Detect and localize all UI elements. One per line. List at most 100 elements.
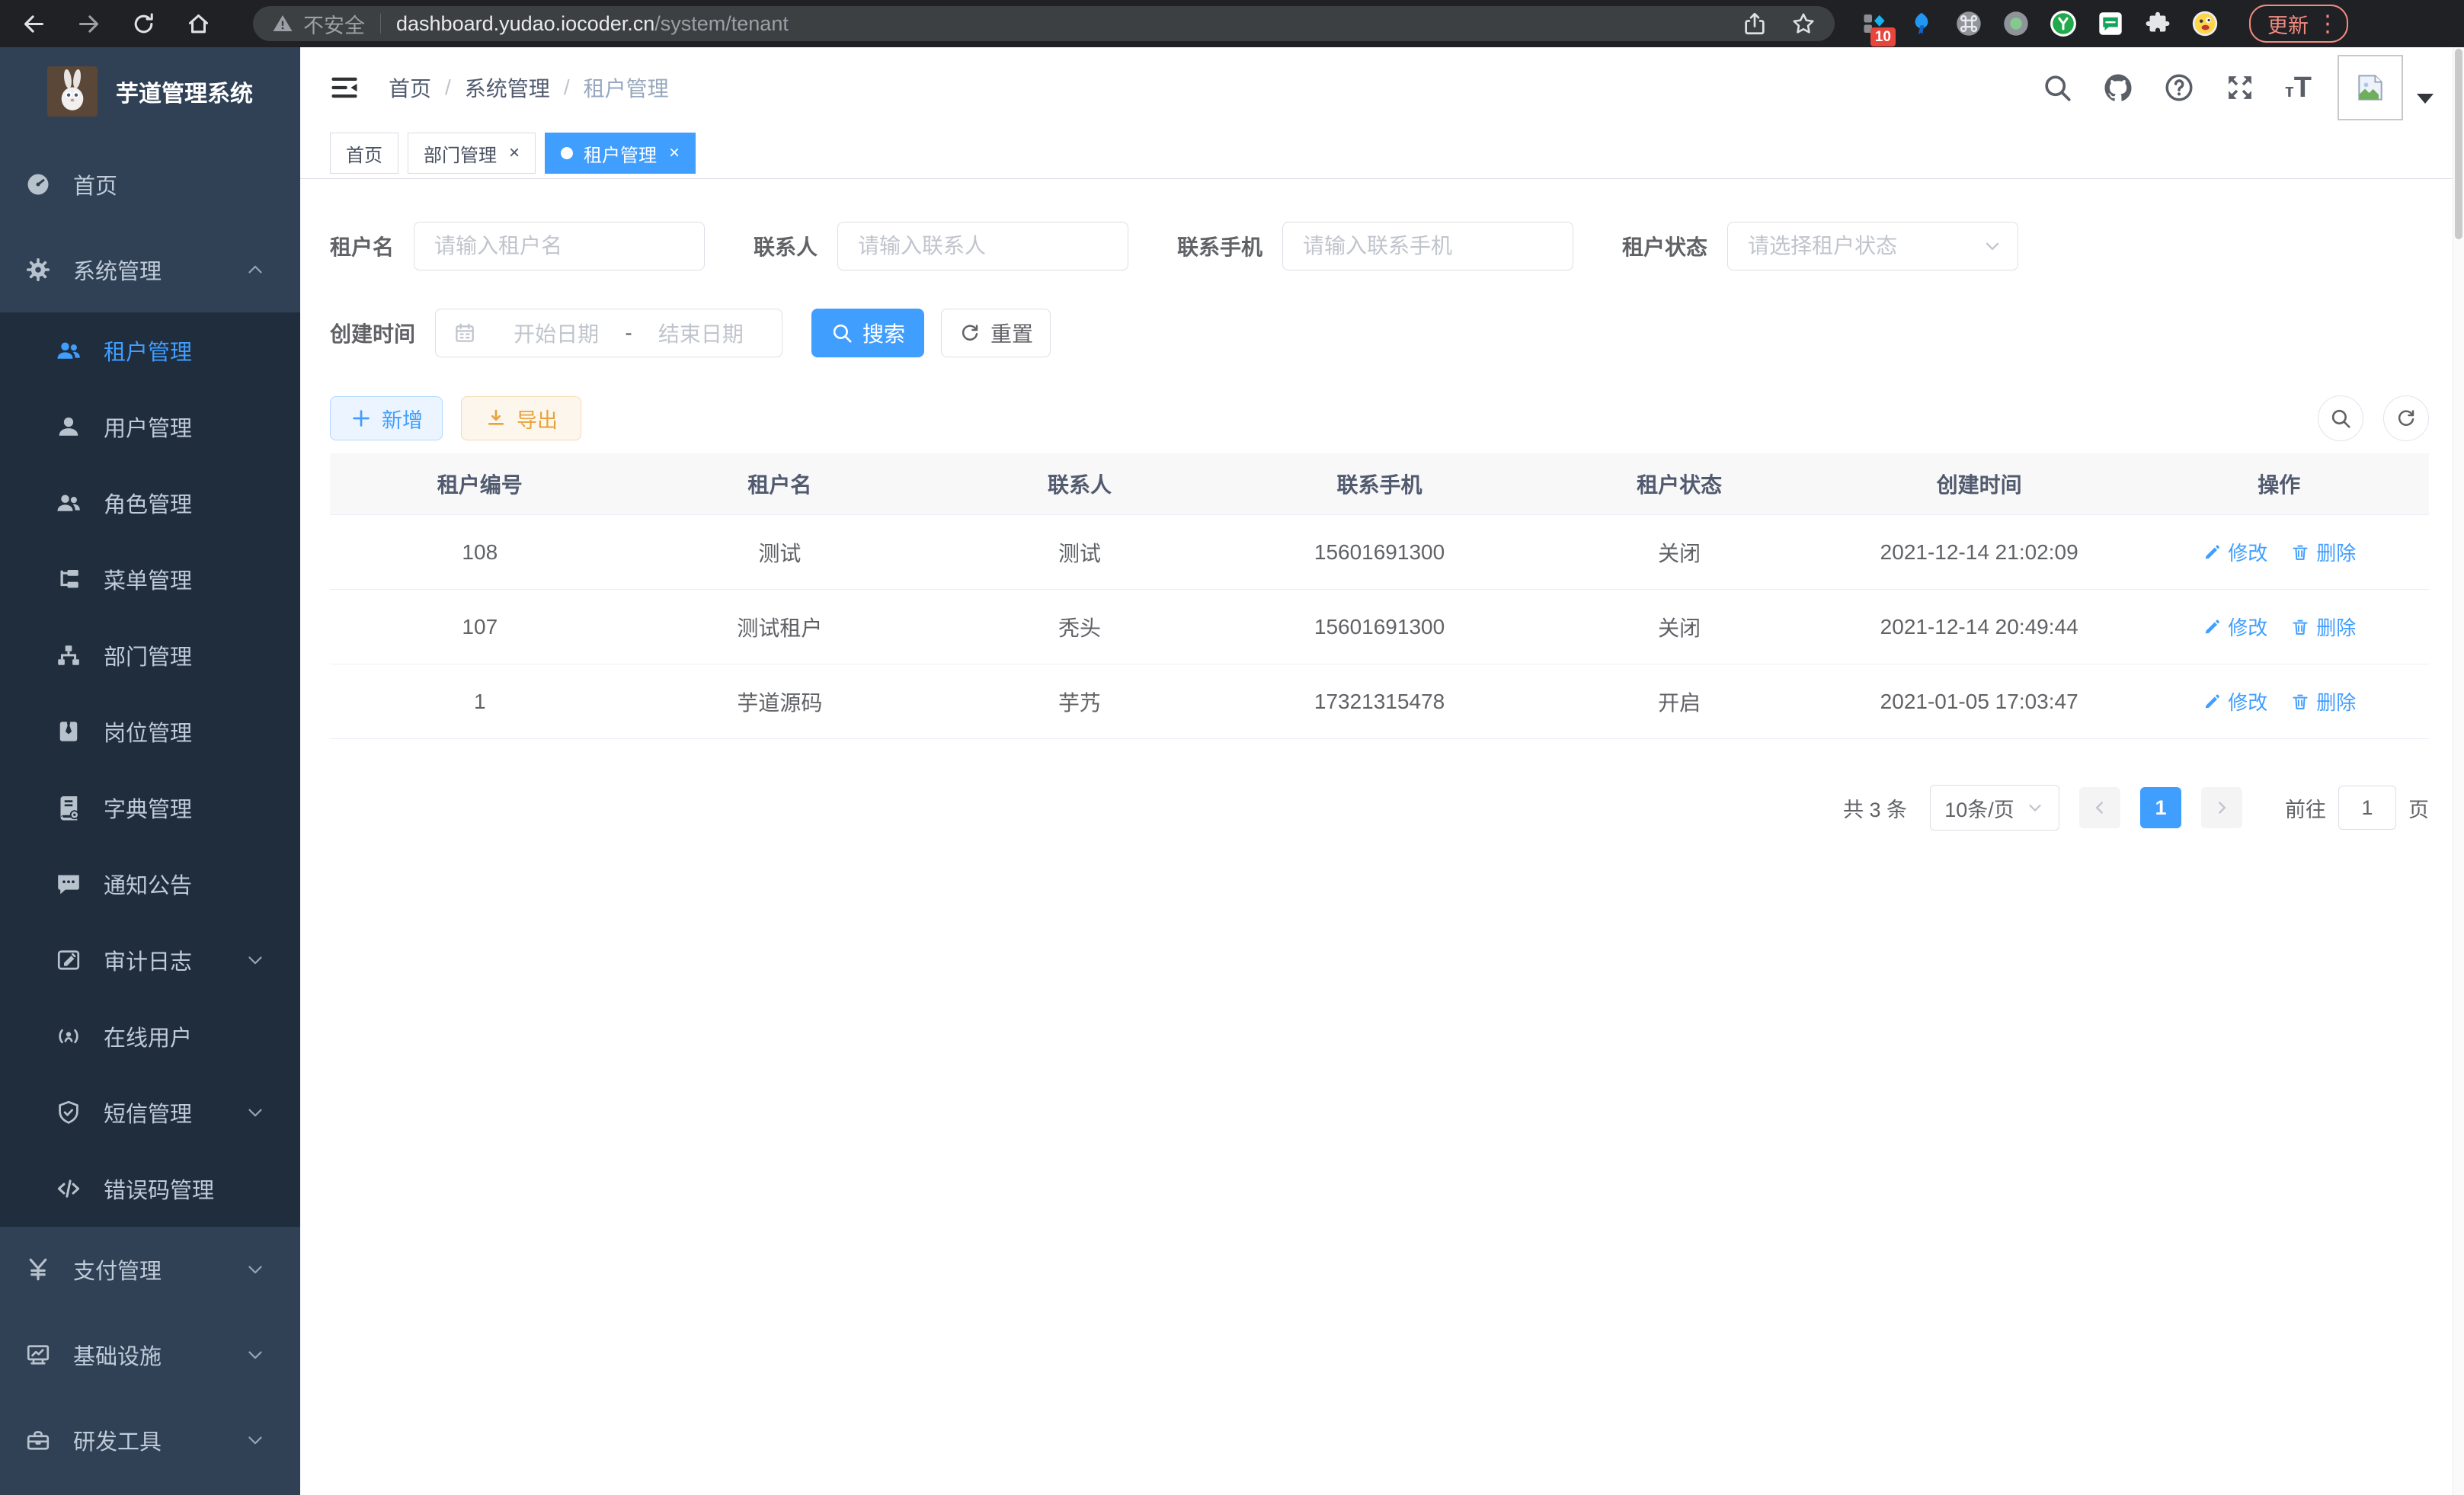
start-date-placeholder[interactable]: 开始日期 — [492, 318, 620, 348]
chevron-down-icon — [2025, 798, 2045, 818]
prev-page-button[interactable] — [2079, 787, 2120, 828]
app-title: 芋道管理系统 — [116, 75, 253, 108]
edit-link[interactable]: 修改 — [2202, 687, 2267, 715]
sidebar-item-online-user[interactable]: 在线用户 — [0, 998, 300, 1074]
users-icon — [55, 337, 82, 364]
export-button[interactable]: 导出 — [461, 396, 581, 440]
tab-tenant[interactable]: 租户管理× — [545, 133, 696, 174]
home-icon[interactable] — [178, 4, 218, 43]
record-icon[interactable] — [2002, 10, 2030, 37]
breadcrumb-home[interactable]: 首页 — [389, 72, 431, 103]
chrome-update-button[interactable]: 更新 ⋮ — [2249, 5, 2348, 43]
tenant-name-input[interactable] — [414, 222, 705, 271]
extensions-area: 10 — [1861, 10, 2238, 37]
sidebar-item-error-code[interactable]: 错误码管理 — [0, 1151, 300, 1227]
page-1-button[interactable]: 1 — [2140, 787, 2181, 828]
user-menu-caret-icon[interactable] — [2417, 94, 2434, 104]
sidebar-item-sms[interactable]: 短信管理 — [0, 1074, 300, 1151]
sidebar-item-home[interactable]: 首页 — [0, 142, 300, 227]
status-select[interactable] — [1727, 222, 2018, 271]
forward-icon[interactable] — [69, 4, 108, 43]
fullscreen-icon[interactable] — [2224, 72, 2256, 104]
app-header: 首页 / 系统管理 / 租户管理 тT — [300, 47, 2464, 128]
kite-icon[interactable] — [1908, 10, 1935, 37]
sidebar-item-label: 研发工具 — [73, 1424, 162, 1456]
reload-icon[interactable] — [123, 4, 163, 43]
cell-id: 1 — [330, 690, 630, 714]
emoji-icon[interactable] — [2191, 10, 2219, 37]
back-icon[interactable] — [14, 4, 53, 43]
sidebar-item-dev-tools[interactable]: 研发工具 — [0, 1397, 300, 1483]
sidebar-item-tenant[interactable]: 租户管理 — [0, 312, 300, 389]
cell-name: 芋道源码 — [630, 687, 930, 717]
puzzle-icon[interactable] — [2144, 10, 2171, 37]
action-label: 修改 — [2228, 687, 2267, 715]
search-icon[interactable] — [2041, 72, 2073, 104]
calendar-icon — [453, 321, 477, 345]
end-date-placeholder[interactable]: 结束日期 — [637, 318, 765, 348]
next-page-button[interactable] — [2201, 787, 2242, 828]
tab-dept[interactable]: 部门管理× — [408, 133, 536, 174]
add-button[interactable]: 新增 — [330, 396, 443, 440]
sidebar-item-system[interactable]: 系统管理 — [0, 227, 300, 312]
chevron-right-icon — [2212, 798, 2232, 818]
mobile-input[interactable] — [1282, 222, 1573, 271]
sidebar-item-post[interactable]: 岗位管理 — [0, 693, 300, 770]
bookmark-star-icon[interactable] — [1790, 11, 1816, 37]
sidebar-item-infra[interactable]: 基础设施 — [0, 1312, 300, 1397]
sidebar-item-dept[interactable]: 部门管理 — [0, 617, 300, 693]
active-tab-dot — [561, 147, 573, 159]
sidebar-item-dict[interactable]: 字典管理 — [0, 770, 300, 846]
logo-row[interactable]: 芋道管理系统 — [0, 47, 300, 136]
chevron-down-icon — [244, 1343, 267, 1366]
delete-link[interactable]: 删除 — [2290, 687, 2356, 715]
table-toolbar: 新增 导出 — [330, 395, 2429, 441]
tab-home[interactable]: 首页 — [330, 133, 398, 174]
chat-icon[interactable] — [2097, 10, 2124, 37]
sidebar-item-audit-log[interactable]: 审计日志 — [0, 922, 300, 998]
sidebar-item-notice[interactable]: 通知公告 — [0, 846, 300, 922]
grid-diamond-icon[interactable]: 10 — [1861, 10, 1888, 37]
header-actions: тT — [2012, 55, 2434, 120]
refresh-table-button[interactable] — [2383, 395, 2429, 441]
address-bar[interactable]: 不安全 dashboard.yudao.iocoder.cn/system/te… — [253, 6, 1835, 41]
sidebar-item-menu[interactable]: 菜单管理 — [0, 541, 300, 617]
delete-link[interactable]: 删除 — [2290, 613, 2356, 641]
sidebar-item-label: 角色管理 — [104, 487, 192, 519]
close-tab-icon[interactable]: × — [669, 144, 680, 162]
delete-link[interactable]: 删除 — [2290, 538, 2356, 566]
page-scrollbar[interactable] — [2453, 47, 2464, 1495]
date-range-picker[interactable]: 开始日期 - 结束日期 — [435, 309, 782, 357]
close-tab-icon[interactable]: × — [509, 144, 520, 162]
command-icon[interactable] — [1955, 10, 1982, 37]
menu-dots-icon[interactable]: ⋮ — [2316, 11, 2339, 37]
share-icon[interactable] — [1742, 11, 1768, 37]
help-icon[interactable] — [2163, 72, 2195, 104]
y-circle-icon[interactable] — [2050, 10, 2077, 37]
sidebar-collapse-icon[interactable] — [328, 71, 361, 104]
edit-link[interactable]: 修改 — [2202, 538, 2267, 566]
scrollbar-thumb[interactable] — [2455, 49, 2462, 239]
page-size-select[interactable]: 10条/页 — [1930, 785, 2059, 831]
cell-mobile: 15601691300 — [1230, 615, 1530, 639]
avatar[interactable] — [2338, 55, 2403, 120]
search-button[interactable]: 搜索 — [811, 309, 924, 357]
github-icon[interactable] — [2102, 72, 2134, 104]
sidebar-item-user[interactable]: 用户管理 — [0, 389, 300, 465]
action-label: 删除 — [2316, 538, 2356, 566]
reset-button[interactable]: 重置 — [941, 309, 1051, 357]
goto-page-input[interactable] — [2338, 786, 2396, 830]
sidebar-item-pay[interactable]: 支付管理 — [0, 1227, 300, 1312]
cell-actions: 修改删除 — [2129, 613, 2429, 641]
breadcrumb-system[interactable]: 系统管理 — [465, 72, 550, 103]
cell-mobile: 15601691300 — [1230, 540, 1530, 565]
font-size-icon[interactable]: тT — [2285, 73, 2312, 102]
column-header: 联系人 — [930, 469, 1230, 499]
sidebar-item-role[interactable]: 角色管理 — [0, 465, 300, 541]
show-search-button[interactable] — [2318, 395, 2363, 441]
contact-label: 联系人 — [754, 231, 818, 261]
sidebar-item-label: 在线用户 — [104, 1020, 192, 1052]
contact-input[interactable] — [837, 222, 1128, 271]
dashboard-icon — [24, 171, 52, 198]
edit-link[interactable]: 修改 — [2202, 613, 2267, 641]
